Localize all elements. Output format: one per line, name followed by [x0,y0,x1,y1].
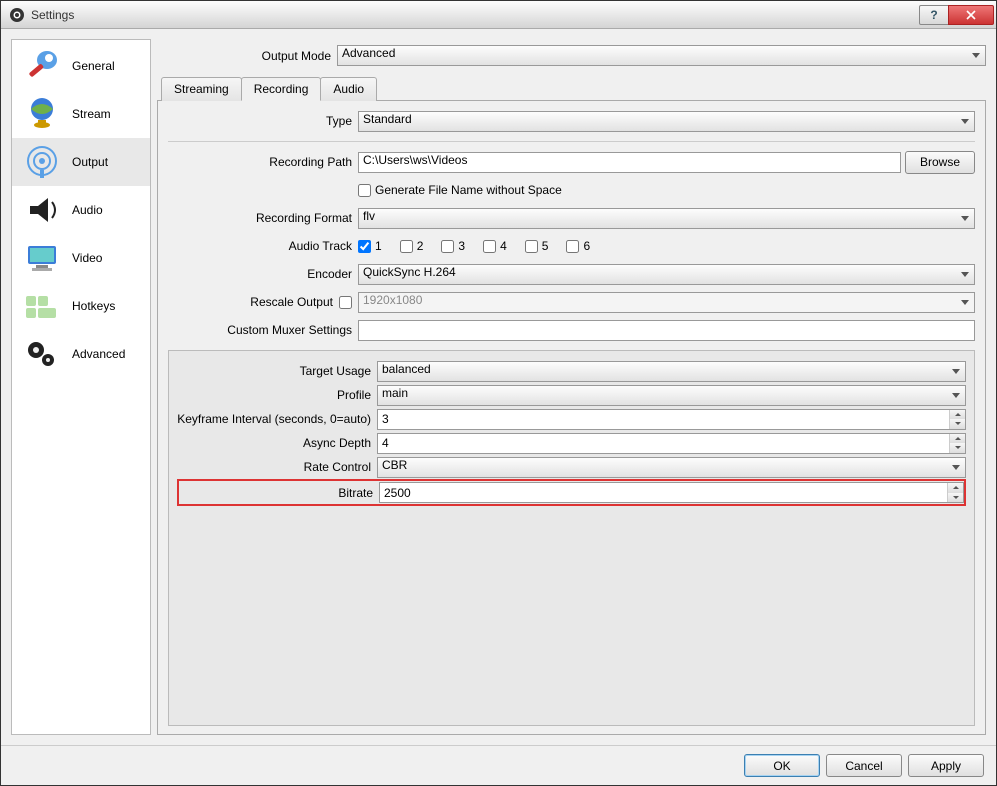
recording-path-label: Recording Path [168,155,358,169]
target-usage-label: Target Usage [177,364,377,378]
recording-panel: Type Standard Recording Path C:\Users\ws… [157,100,986,735]
sidebar-item-general[interactable]: General [12,42,150,90]
sidebar-item-label: Stream [72,107,111,121]
filename-no-space-checkbox[interactable] [358,184,371,197]
app-icon [9,7,25,23]
encoder-label: Encoder [168,267,358,281]
bitrate-row-highlight: Bitrate 2500 [177,479,966,506]
type-label: Type [168,114,358,128]
tab-streaming[interactable]: Streaming [161,77,242,101]
settings-window: Settings ? General Stream [0,0,997,786]
target-usage-select[interactable]: balanced [377,361,966,382]
gears-icon [22,336,62,372]
tab-audio[interactable]: Audio [320,77,377,101]
output-icon [22,144,62,180]
wrench-icon [22,48,62,84]
profile-label: Profile [177,388,377,402]
rescale-output-checkbox[interactable] [339,296,352,309]
encoder-settings-box: Target Usage balanced Profile main Keyfr… [168,350,975,726]
spinner-up-icon[interactable] [948,483,963,493]
window-title: Settings [31,8,920,22]
spinner-down-icon[interactable] [950,419,965,429]
spinner-down-icon[interactable] [948,493,963,503]
sidebar-item-output[interactable]: Output [12,138,150,186]
audio-track-3-checkbox[interactable] [441,240,454,253]
browse-button[interactable]: Browse [905,151,975,174]
spinner-up-icon[interactable] [950,410,965,420]
sidebar-item-label: General [72,59,115,73]
output-tabs: Streaming Recording Audio [157,76,986,100]
spinner-up-icon[interactable] [950,434,965,444]
rate-control-select[interactable]: CBR [377,457,966,478]
cancel-button[interactable]: Cancel [826,754,902,777]
settings-sidebar: General Stream Output Audio [11,39,151,735]
rescale-output-select[interactable]: 1920x1080 [358,292,975,313]
recording-path-input[interactable]: C:\Users\ws\Videos [358,152,901,173]
main-panel: Output Mode Advanced Streaming Recording… [157,39,986,735]
ok-button[interactable]: OK [744,754,820,777]
muxer-settings-input[interactable] [358,320,975,341]
globe-icon [22,96,62,132]
sidebar-item-label: Output [72,155,108,169]
spinner-down-icon[interactable] [950,443,965,453]
muxer-settings-label: Custom Muxer Settings [168,323,358,337]
rescale-output-label: Rescale Output [250,295,333,309]
sidebar-item-audio[interactable]: Audio [12,186,150,234]
output-mode-select[interactable]: Advanced [337,45,986,66]
bitrate-spinner[interactable]: 2500 [379,482,964,503]
sidebar-item-label: Audio [72,203,103,217]
keyframe-interval-label: Keyframe Interval (seconds, 0=auto) [177,412,377,426]
audio-track-2-checkbox[interactable] [400,240,413,253]
bitrate-label: Bitrate [179,486,379,500]
titlebar: Settings ? [1,1,996,29]
async-depth-label: Async Depth [177,436,377,450]
audio-track-5-checkbox[interactable] [525,240,538,253]
apply-button[interactable]: Apply [908,754,984,777]
type-select[interactable]: Standard [358,111,975,132]
separator [168,141,975,142]
rate-control-label: Rate Control [177,460,377,474]
output-mode-label: Output Mode [157,49,337,63]
sidebar-item-video[interactable]: Video [12,234,150,282]
speaker-icon [22,192,62,228]
profile-select[interactable]: main [377,385,966,406]
recording-format-label: Recording Format [168,211,358,225]
audio-track-label: Audio Track [168,239,358,253]
monitor-icon [22,240,62,276]
close-button[interactable] [948,5,994,25]
filename-no-space-label: Generate File Name without Space [375,183,562,197]
sidebar-item-stream[interactable]: Stream [12,90,150,138]
encoder-select[interactable]: QuickSync H.264 [358,264,975,285]
recording-format-select[interactable]: flv [358,208,975,229]
dialog-footer: OK Cancel Apply [1,745,996,785]
sidebar-item-label: Advanced [72,347,125,361]
audio-track-4-checkbox[interactable] [483,240,496,253]
keyboard-icon [22,288,62,324]
async-depth-spinner[interactable]: 4 [377,433,966,454]
audio-track-1-checkbox[interactable] [358,240,371,253]
keyframe-interval-spinner[interactable]: 3 [377,409,966,430]
sidebar-item-label: Video [72,251,102,265]
sidebar-item-advanced[interactable]: Advanced [12,330,150,378]
sidebar-item-label: Hotkeys [72,299,115,313]
sidebar-item-hotkeys[interactable]: Hotkeys [12,282,150,330]
tab-recording[interactable]: Recording [241,77,322,101]
audio-track-6-checkbox[interactable] [566,240,579,253]
help-button[interactable]: ? [919,5,949,25]
